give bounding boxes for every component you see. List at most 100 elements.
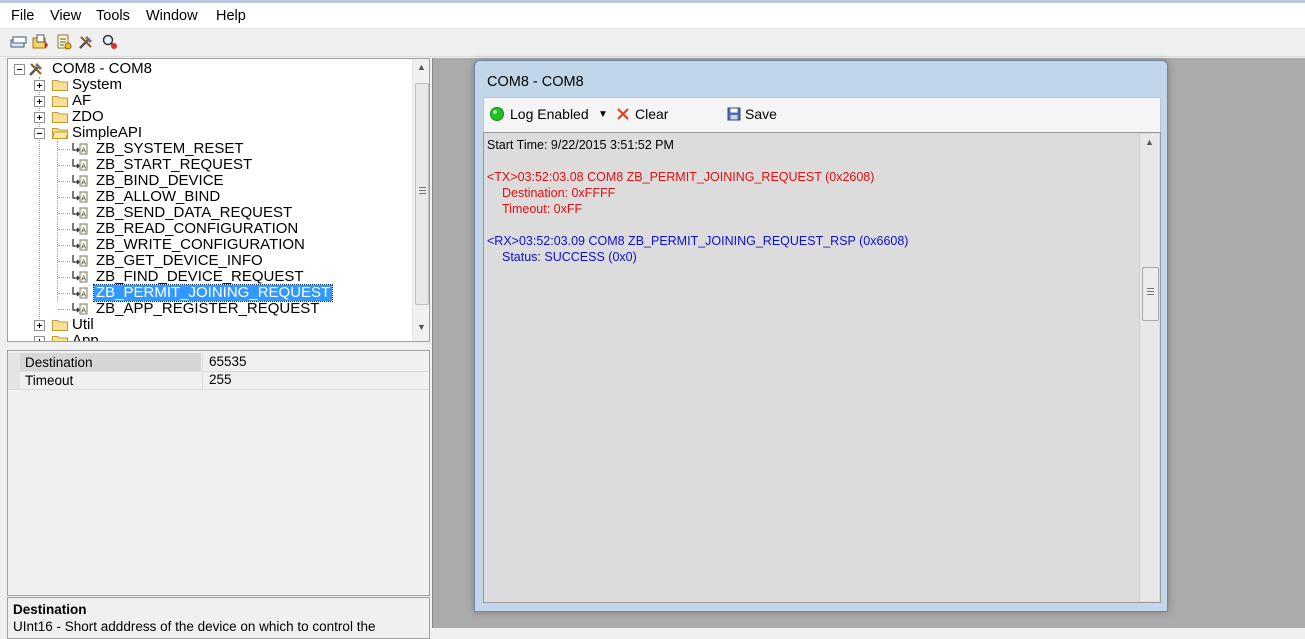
menu-view[interactable]: View [50,8,81,24]
svg-text:A: A [81,291,86,299]
property-value-destination[interactable]: 65535 [202,353,429,371]
scroll-up-icon[interactable]: ▲ [1141,134,1158,151]
save-label: Save [745,106,777,122]
log-enabled-button[interactable]: Log Enabled [490,106,610,124]
property-grid: Destination 65535 Timeout 255 [7,350,430,596]
tree-command-zb-allow-bind[interactable]: A ZB_ALLOW_BIND [52,189,392,205]
tree-root-label: COM8 - COM8 [52,60,153,77]
tree-command-label: ZB_START_REQUEST [96,156,253,173]
tree-command-label: ZB_FIND_DEVICE_REQUEST [96,268,304,285]
property-name: Destination [25,355,93,370]
log-rx-detail: Status: SUCCESS (0x0) [502,250,637,264]
clear-button[interactable]: Clear [616,106,676,124]
tree-command-label: ZB_GET_DEVICE_INFO [96,252,263,269]
save-button[interactable]: Save [727,106,787,124]
green-status-icon [490,107,504,121]
log-start-time: Start Time: 9/22/2015 3:51:52 PM [487,138,674,152]
expand-icon[interactable] [34,320,45,331]
property-row-timeout[interactable]: Timeout 255 [8,371,429,390]
folder-icon [52,320,68,331]
script-icon[interactable] [55,33,73,51]
log-window[interactable]: COM8 - COM8 Log Enabled ▼ Clear Save Sta… [474,60,1168,612]
expand-icon[interactable] [34,112,45,123]
tree-command-zb-bind-device[interactable]: A ZB_BIND_DEVICE [52,173,392,189]
tree-folder-label: SimpleAPI [72,124,143,141]
tree-root[interactable]: COM8 - COM8 [14,61,414,77]
menu-tools[interactable]: Tools [96,8,130,24]
tree-folder-zdo[interactable]: ZDO [34,109,394,125]
tree-command-label: ZB_APP_REGISTER_REQUEST [96,300,320,317]
tree-command-zb-permit-joining-request[interactable]: A ZB_PERMIT_JOINING_REQUEST [52,284,392,302]
menu-window[interactable]: Window [146,8,198,24]
scroll-up-icon[interactable]: ▲ [413,59,429,76]
log-scrollbar[interactable]: ▲ [1139,134,1159,601]
tree-command-label: ZB_READ_CONFIGURATION [96,220,299,237]
tree-command-label: ZB_SYSTEM_RESET [96,140,244,157]
property-value-timeout[interactable]: 255 [202,371,429,389]
command-icon: A [72,175,88,187]
open-icon[interactable] [31,33,49,51]
command-icon: A [72,287,88,299]
expand-icon[interactable] [34,80,45,91]
log-tx-detail: Destination: 0xFFFF [502,186,616,200]
expand-icon[interactable] [34,336,45,341]
expand-icon[interactable] [34,96,45,107]
property-name: Timeout [25,373,74,388]
clear-label: Clear [635,106,669,122]
tree-scroll-thumb[interactable] [415,83,429,305]
svg-text:A: A [81,259,86,267]
command-icon: A [72,143,88,155]
tools-icon[interactable] [77,33,95,51]
svg-text:A: A [81,307,86,315]
tree-command-zb-start-request[interactable]: A ZB_START_REQUEST [52,157,392,173]
tree-folder-app[interactable]: App [34,332,394,342]
log-output[interactable]: Start Time: 9/22/2015 3:51:52 PM <TX>03:… [483,132,1161,603]
command-icon: A [72,303,88,315]
new-device-icon[interactable] [9,33,27,51]
tree-command-zb-system-reset[interactable]: A ZB_SYSTEM_RESET [52,141,392,157]
tree-folder-simpleapi[interactable]: SimpleAPI [34,125,394,141]
scroll-down-icon[interactable]: ▼ [413,319,429,336]
svg-text:A: A [81,243,86,251]
tree-folder-system[interactable]: System [34,77,394,93]
tree-folder-label: App [72,332,99,342]
tree-folder-label: ZDO [72,108,104,125]
tree-command-zb-write-configuration[interactable]: A ZB_WRITE_CONFIGURATION [52,237,392,253]
menu-help[interactable]: Help [216,8,246,24]
svg-text:A: A [81,179,86,187]
folder-icon [52,96,68,107]
command-icon: A [72,239,88,251]
collapse-icon[interactable] [34,128,45,139]
tree-command-zb-app-register-request[interactable]: A ZB_APP_REGISTER_REQUEST [52,301,392,317]
tree-scrollbar[interactable]: ▲ ▼ [412,59,429,341]
tree-command-zb-find-device-request[interactable]: A ZB_FIND_DEVICE_REQUEST [52,269,392,285]
menu-bar: File View Tools Window Help [0,3,1305,29]
log-scroll-thumb[interactable] [1142,267,1159,321]
menu-file[interactable]: File [11,8,34,24]
description-title: Destination [13,602,87,617]
folder-icon [52,80,68,91]
tree-command-label: ZB_WRITE_CONFIGURATION [96,236,305,253]
property-row-destination[interactable]: Destination 65535 [8,353,429,372]
command-tree[interactable]: COM8 - COM8 System AF ZDO SimpleAPI Util… [7,58,430,342]
log-enabled-label: Log Enabled [510,106,589,122]
command-icon: A [72,159,88,171]
command-icon: A [72,223,88,235]
tree-folder-af[interactable]: AF [34,93,394,109]
find-icon[interactable] [101,33,119,51]
collapse-icon[interactable] [14,64,25,75]
log-window-title: COM8 - COM8 [487,74,584,90]
log-rx-header: <RX>03:52:03.09 COM8 ZB_PERMIT_JOINING_R… [487,234,909,248]
tree-command-zb-get-device-info[interactable]: A ZB_GET_DEVICE_INFO [52,253,392,269]
tree-command-label: ZB_BIND_DEVICE [96,172,224,189]
command-icon: A [72,207,88,219]
tree-command-label: ZB_SEND_DATA_REQUEST [96,204,293,221]
command-icon: A [72,255,88,267]
tree-command-label: ZB_ALLOW_BIND [96,188,221,205]
tree-command-label: ZB_PERMIT_JOINING_REQUEST [92,284,334,302]
dropdown-arrow-icon[interactable]: ▼ [598,109,608,120]
tree-folder-util[interactable]: Util [34,317,394,333]
tree-command-zb-send-data-request[interactable]: A ZB_SEND_DATA_REQUEST [52,205,392,221]
tree-command-zb-read-configuration[interactable]: A ZB_READ_CONFIGURATION [52,221,392,237]
log-tx-detail: Timeout: 0xFF [502,202,583,216]
